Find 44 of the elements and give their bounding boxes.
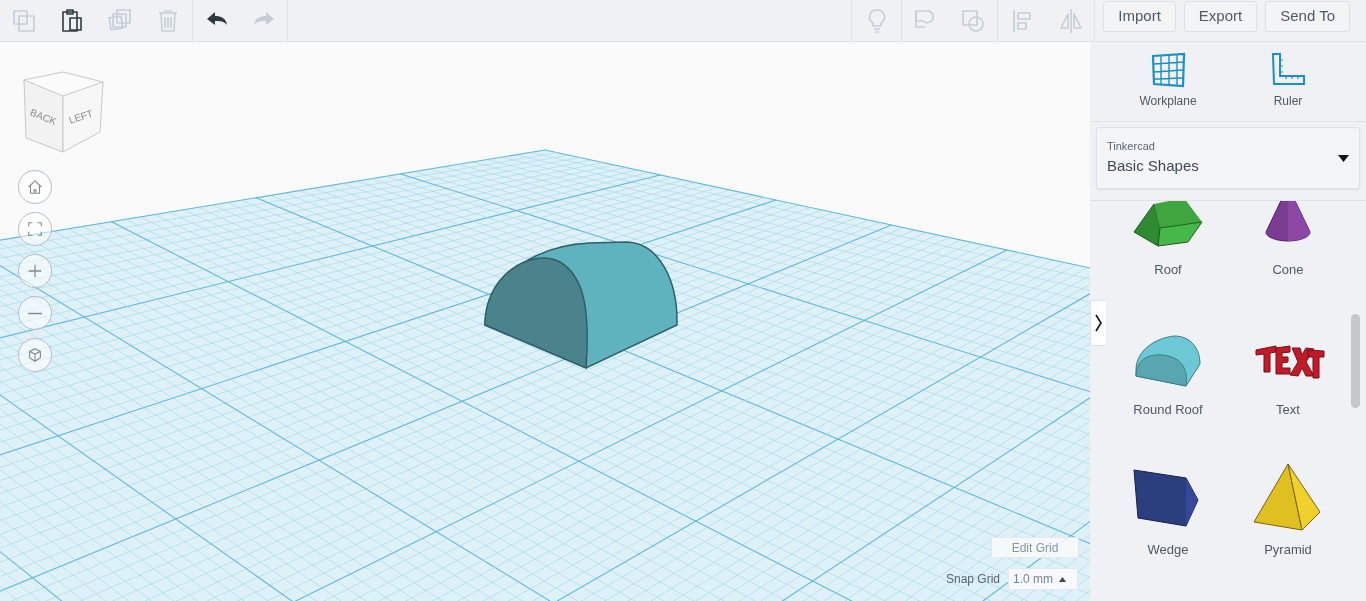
mirror-icon (1057, 7, 1084, 34)
workplane-tool-button[interactable]: Workplane (1108, 52, 1228, 121)
snap-grid-label: Snap Grid (946, 571, 1001, 588)
view-cube[interactable] (23, 71, 104, 153)
perspective-button[interactable] (18, 338, 52, 372)
shape-library-dropdown[interactable]: Tinkercad Basic Shapes (1096, 127, 1360, 189)
scrollbar[interactable] (1351, 314, 1360, 408)
snap-grid-dropdown[interactable]: 1.0 mm (1008, 568, 1078, 590)
shape-label: Round Roof (1133, 401, 1203, 419)
import-button[interactable]: Import (1103, 1, 1176, 32)
cube-face-label[interactable]: LEFT (67, 107, 95, 126)
export-button[interactable]: Export (1183, 1, 1258, 32)
caret-icon (1059, 576, 1066, 582)
fit-view-button[interactable] (18, 212, 52, 246)
text-shape-thumbnail[interactable] (1255, 345, 1325, 379)
home-button[interactable] (18, 170, 52, 204)
grid-icon (1150, 52, 1186, 88)
send-to-button[interactable]: Send To (1265, 1, 1350, 32)
chevron-icon (1095, 314, 1102, 332)
cone-shape-thumbnail[interactable] (1265, 201, 1311, 242)
round-roof-object[interactable] (484, 241, 678, 369)
caret-icon (1338, 154, 1349, 162)
shape-label: Text (1276, 401, 1300, 419)
shape-label: Pyramid (1264, 541, 1312, 559)
zoom-in-button[interactable] (18, 254, 52, 288)
shape-label: Cone (1272, 261, 1304, 279)
zoom-out-icon (26, 311, 44, 315)
wedge-shape-thumbnail[interactable] (1133, 469, 1199, 527)
zoom-out-button[interactable] (18, 296, 52, 330)
pyramid-shape-thumbnail[interactable] (1253, 463, 1321, 531)
clipboard-icon (59, 7, 85, 34)
round-roof-shape-thumbnail[interactable] (1135, 335, 1201, 387)
shape-label: Wedge (1147, 541, 1189, 559)
ruler-icon (1270, 52, 1306, 88)
roof-shape-thumbnail[interactable] (1133, 201, 1203, 247)
zoom-in-icon (26, 262, 44, 280)
panel-toggle-button[interactable] (1090, 300, 1106, 346)
ungroup-icon (960, 7, 987, 34)
perspective-icon (26, 346, 44, 364)
home-icon (26, 178, 44, 196)
ruler-tool-button[interactable]: Ruler (1228, 52, 1348, 121)
copy-icon (11, 7, 37, 34)
fit-view-icon (26, 220, 44, 238)
shape-label: Roof (1154, 261, 1182, 279)
